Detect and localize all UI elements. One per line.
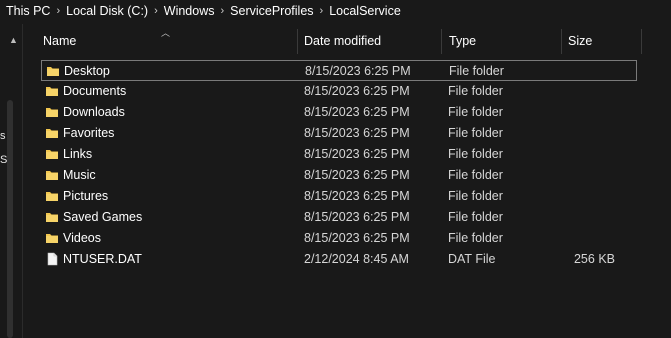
- file-row[interactable]: Pictures 8/15/2023 6:25 PM File folder: [41, 186, 637, 207]
- column-header-date[interactable]: Date modified: [304, 34, 381, 48]
- folder-icon: [45, 84, 59, 98]
- file-date-modified: 8/15/2023 6:25 PM: [304, 168, 410, 182]
- file-row[interactable]: Videos 8/15/2023 6:25 PM File folder: [41, 228, 637, 249]
- folder-icon: [45, 126, 59, 140]
- folder-icon: [45, 231, 59, 245]
- file-name: NTUSER.DAT: [63, 252, 142, 266]
- column-header-size[interactable]: Size: [568, 34, 592, 48]
- file-type: File folder: [448, 126, 503, 140]
- chevron-right-icon[interactable]: ›: [148, 5, 164, 17]
- column-divider[interactable]: [297, 29, 298, 54]
- file-date-modified: 8/15/2023 6:25 PM: [304, 84, 410, 98]
- nav-item-partial[interactable]: S: [0, 154, 7, 166]
- column-divider[interactable]: [561, 29, 562, 54]
- file-date-modified: 8/15/2023 6:25 PM: [304, 210, 410, 224]
- breadcrumb-item-windows[interactable]: Windows: [164, 4, 215, 18]
- breadcrumb-item-this-pc[interactable]: This PC: [0, 4, 50, 18]
- scroll-up-arrow-icon[interactable]: ▲: [9, 35, 18, 45]
- file-name: Music: [63, 168, 96, 182]
- file-date-modified: 2/12/2024 8:45 AM: [304, 252, 409, 266]
- column-divider[interactable]: [641, 29, 642, 54]
- file-type: DAT File: [448, 252, 496, 266]
- file-type: File folder: [448, 105, 503, 119]
- file-type: File folder: [448, 231, 503, 245]
- file-name: Desktop: [64, 64, 110, 78]
- file-date-modified: 8/15/2023 6:25 PM: [304, 126, 410, 140]
- folder-icon: [46, 64, 60, 78]
- chevron-right-icon[interactable]: ›: [214, 5, 230, 17]
- file-name: Links: [63, 147, 93, 161]
- file-date-modified: 8/15/2023 6:25 PM: [305, 64, 411, 78]
- file-name: Documents: [63, 84, 127, 98]
- column-header: ︿ Name Date modified Type Size: [23, 24, 671, 58]
- breadcrumb-item-local-disk[interactable]: Local Disk (C:): [66, 4, 148, 18]
- breadcrumb-item-localservice[interactable]: LocalService: [329, 4, 401, 18]
- column-divider[interactable]: [441, 29, 442, 54]
- file-name: Pictures: [63, 189, 109, 203]
- file-date-modified: 8/15/2023 6:25 PM: [304, 147, 410, 161]
- file-type: File folder: [448, 84, 503, 98]
- file-name: Videos: [63, 231, 101, 245]
- file-row[interactable]: Downloads 8/15/2023 6:25 PM File folder: [41, 102, 637, 123]
- folder-icon: [45, 105, 59, 119]
- file-date-modified: 8/15/2023 6:25 PM: [304, 105, 410, 119]
- file-row[interactable]: NTUSER.DAT 2/12/2024 8:45 AM DAT File 256 K…: [41, 249, 637, 270]
- file-row[interactable]: Desktop 8/15/2023 6:25 PM File folder: [41, 60, 637, 81]
- file-row[interactable]: Documents 8/15/2023 6:25 PM File folder: [41, 81, 637, 102]
- file-date-modified: 8/15/2023 6:25 PM: [304, 189, 410, 203]
- chevron-right-icon[interactable]: ›: [50, 5, 66, 17]
- file-row[interactable]: Music 8/15/2023 6:25 PM File folder: [41, 165, 637, 186]
- column-header-name[interactable]: Name: [43, 34, 76, 48]
- nav-item-partial[interactable]: s: [0, 130, 6, 142]
- folder-icon: [45, 210, 59, 224]
- address-bar[interactable]: This PC › Local Disk (C:) › Windows › Se…: [0, 0, 671, 24]
- file-row[interactable]: Saved Games 8/15/2023 6:25 PM File folder: [41, 207, 637, 228]
- file-icon: [45, 252, 59, 266]
- file-type: File folder: [448, 168, 503, 182]
- breadcrumb: This PC › Local Disk (C:) › Windows › Se…: [0, 0, 401, 22]
- file-type: File folder: [448, 147, 503, 161]
- folder-icon: [45, 168, 59, 182]
- file-row[interactable]: Links 8/15/2023 6:25 PM File folder: [41, 144, 637, 165]
- breadcrumb-item-serviceprofiles[interactable]: ServiceProfiles: [230, 4, 313, 18]
- file-date-modified: 8/15/2023 6:25 PM: [304, 231, 410, 245]
- file-size: 256 KB: [573, 252, 615, 266]
- file-list: ︿ Name Date modified Type Size Desktop 8/…: [23, 24, 671, 338]
- folder-icon: [45, 189, 59, 203]
- file-type: File folder: [448, 189, 503, 203]
- file-type: File folder: [449, 64, 504, 78]
- file-type: File folder: [448, 210, 503, 224]
- file-name: Favorites: [63, 126, 115, 140]
- sort-ascending-icon: ︿: [161, 28, 171, 38]
- navigation-scrollbar[interactable]: [7, 100, 13, 338]
- folder-icon: [45, 147, 59, 161]
- file-name: Downloads: [63, 105, 125, 119]
- column-header-type[interactable]: Type: [449, 34, 476, 48]
- file-name: Saved Games: [63, 210, 143, 224]
- file-row[interactable]: Favorites 8/15/2023 6:25 PM File folder: [41, 123, 637, 144]
- chevron-right-icon[interactable]: ›: [314, 5, 330, 17]
